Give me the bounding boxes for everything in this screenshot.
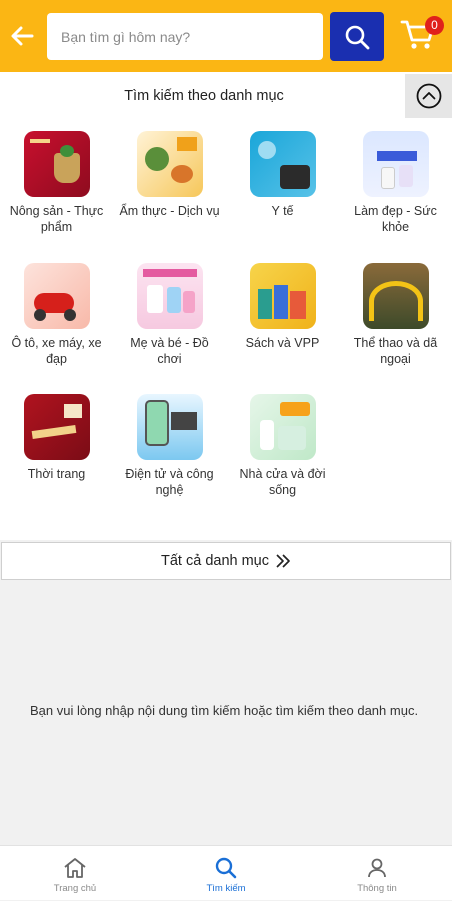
category-books-stationery[interactable]: Sách và VPP <box>226 263 339 351</box>
collapse-categories-button[interactable] <box>405 74 452 118</box>
category-beauty-health[interactable]: Làm đẹp - Sức khỏe <box>339 131 452 235</box>
all-categories-button[interactable]: Tất cả danh mục <box>1 542 451 580</box>
category-label: Thời trang <box>27 467 86 481</box>
chevron-up-circle-icon <box>416 83 441 109</box>
category-electronics-tech[interactable]: Điện tử và công nghệ <box>113 394 226 498</box>
nav-info-label: Thông tin <box>357 883 397 894</box>
bottom-navigation: Trang chủ Tìm kiếm Thông tin <box>0 845 452 900</box>
category-label: Nhà cửa và đời sống <box>239 467 326 497</box>
search-input[interactable] <box>47 13 323 60</box>
search-icon <box>345 25 370 49</box>
category-mother-baby-toys[interactable]: Mẹ và bé - Đồ chơi <box>113 263 226 367</box>
category-label: Điện tử và công nghệ <box>125 467 214 497</box>
electronics-tech-thumb <box>136 394 203 460</box>
home-living-thumb <box>249 394 316 460</box>
category-fashion[interactable]: Thời trang <box>0 394 113 482</box>
all-categories-label: Tất cả danh mục <box>161 553 269 569</box>
category-vehicles[interactable]: Ô tô, xe máy, xe đạp <box>0 263 113 367</box>
cuisine-services-thumb <box>136 131 203 197</box>
search-button[interactable] <box>330 12 384 61</box>
user-icon <box>368 858 386 878</box>
double-chevron-right-icon <box>276 554 290 568</box>
category-agriculture-food[interactable]: Nông sản - Thực phẩm <box>0 131 113 235</box>
category-sports-outdoor[interactable]: Thể thao và dã ngoại <box>339 263 452 367</box>
category-label: Thể thao và dã ngoại <box>353 336 438 366</box>
category-label: Ẩm thực - Dịch vụ <box>119 204 220 218</box>
vehicles-thumb <box>23 263 90 329</box>
nav-search[interactable]: Tìm kiếm <box>151 846 301 901</box>
category-home-living[interactable]: Nhà cửa và đời sống <box>226 394 339 498</box>
nav-home[interactable]: Trang chủ <box>0 846 150 901</box>
healthcare-thumb <box>249 131 316 197</box>
empty-state-message: Bạn vui lòng nhập nội dung tìm kiếm hoặc… <box>30 703 419 718</box>
category-label: Ô tô, xe máy, xe đạp <box>11 336 102 366</box>
cart-count-badge: 0 <box>425 16 444 35</box>
agriculture-food-thumb <box>23 131 90 197</box>
books-stationery-thumb <box>249 263 316 329</box>
nav-info[interactable]: Thông tin <box>302 846 452 901</box>
category-healthcare[interactable]: Y tế <box>226 131 339 219</box>
mother-baby-toys-thumb <box>136 263 203 329</box>
section-title: Tìm kiếm theo danh mục <box>124 88 284 104</box>
category-label: Làm đẹp - Sức khỏe <box>354 204 437 234</box>
category-label: Y tế <box>271 204 294 218</box>
category-label: Nông sản - Thực phẩm <box>9 204 104 234</box>
nav-search-label: Tìm kiếm <box>206 883 246 894</box>
home-icon <box>64 858 86 878</box>
nav-home-label: Trang chủ <box>53 883 97 894</box>
back-button[interactable] <box>6 20 38 52</box>
category-label: Mẹ và bé - Đồ chơi <box>130 336 209 366</box>
beauty-health-thumb <box>362 131 429 197</box>
category-cuisine-services[interactable]: Ẩm thực - Dịch vụ <box>113 131 226 219</box>
category-label: Sách và VPP <box>245 336 320 350</box>
sports-outdoor-thumb <box>362 263 429 329</box>
fashion-thumb <box>23 394 90 460</box>
top-app-bar: 0 <box>0 0 452 72</box>
arrow-left-icon <box>11 26 34 46</box>
search-icon <box>215 857 237 879</box>
